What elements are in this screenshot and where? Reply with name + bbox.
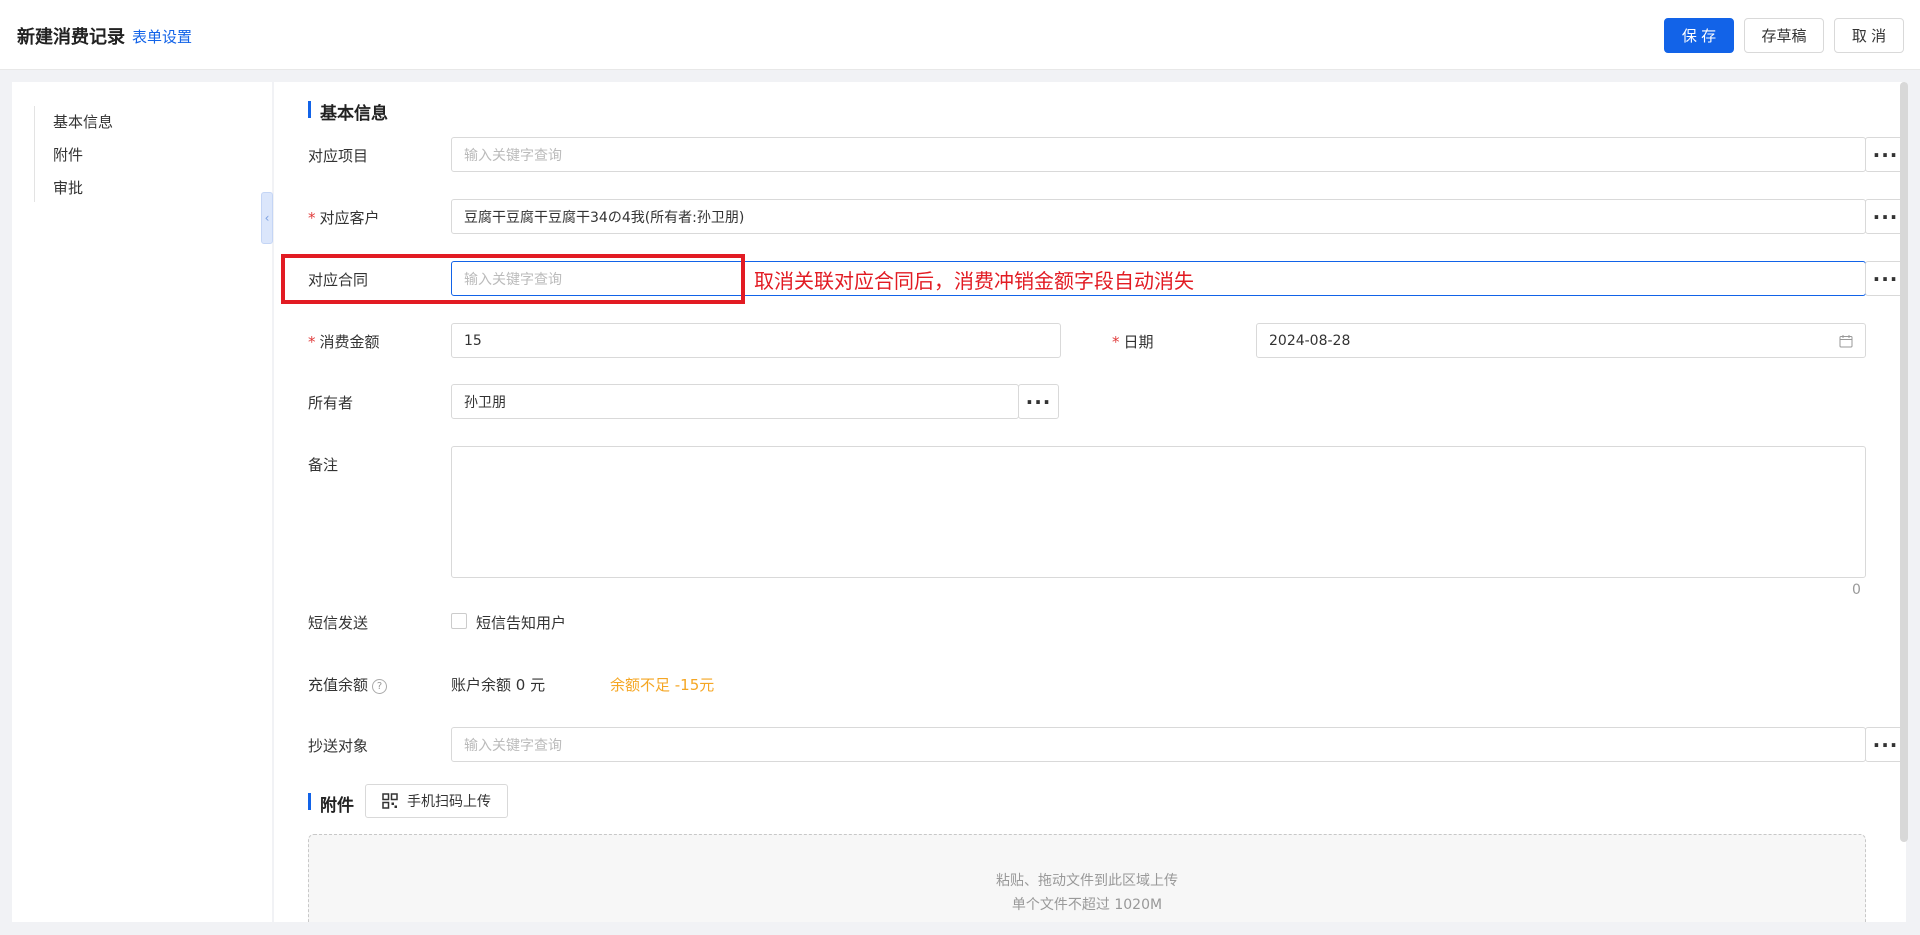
section-nav: 基本信息 附件 审批 (12, 82, 272, 922)
annotation-text: 取消关联对应合同后，消费冲销金额字段自动消失 (754, 269, 1194, 293)
date-label: * 日期 (1112, 331, 1154, 352)
sms-notify-option-label[interactable]: 短信告知用户 (476, 612, 566, 633)
remark-char-count: 0 (1852, 582, 1861, 598)
scan-upload-label: 手机扫码上传 (407, 794, 491, 810)
recharge-label: 充值余额? (308, 674, 388, 695)
owner-input[interactable]: 孙卫朋 (451, 384, 1019, 419)
date-input[interactable]: 2024-08-28 (1256, 323, 1866, 358)
owner-label: 所有者 (308, 394, 354, 412)
more-icon: ··· (1872, 142, 1899, 167)
more-icon: ··· (1872, 732, 1899, 757)
page-title: 新建消费记录 (17, 27, 125, 48)
form-settings-link[interactable]: 表单设置 (132, 26, 192, 47)
qr-code-icon (382, 793, 398, 809)
page-header: 新建消费记录 表单设置 保 存 存草稿 取 消 (0, 0, 1920, 70)
project-input[interactable]: 输入关键字查询 (451, 137, 1866, 172)
project-label: 对应项目 (308, 147, 369, 165)
cc-input[interactable]: 输入关键字查询 (451, 727, 1866, 762)
nav-item-attachments[interactable]: 附件 (53, 144, 83, 165)
more-icon: ··· (1025, 389, 1052, 414)
date-value: 2024-08-28 (1269, 332, 1351, 349)
sms-notify-checkbox[interactable] (451, 613, 467, 629)
cancel-button[interactable]: 取 消 (1834, 18, 1904, 53)
chevron-left-icon: ‹ (264, 211, 270, 225)
section-title-attachments: 附件 (308, 791, 354, 816)
nav-divider (34, 106, 35, 202)
required-mark: * (308, 209, 316, 227)
balance-warning: 余额不足 -15元 (610, 676, 715, 694)
save-draft-button[interactable]: 存草稿 (1744, 18, 1824, 53)
dropzone-hint: 粘贴、拖动文件到此区域上传 (996, 873, 1178, 889)
nav-item-basic-info[interactable]: 基本信息 (53, 111, 113, 132)
required-mark: * (308, 333, 316, 351)
customer-input[interactable]: 豆腐干豆腐干豆腐干34の4我(所有者:孙卫朋) (451, 199, 1866, 234)
sms-label: 短信发送 (308, 614, 369, 632)
file-dropzone[interactable]: 粘贴、拖动文件到此区域上传 单个文件不超过 1020M (308, 834, 1866, 922)
customer-label-text: 对应客户 (319, 209, 380, 227)
remark-textarea[interactable] (451, 446, 1866, 578)
save-button[interactable]: 保 存 (1664, 18, 1734, 53)
collapse-sidebar-handle[interactable]: ‹ (261, 192, 273, 244)
recharge-label-text: 充值余额 (308, 676, 369, 694)
page-scrollbar[interactable] (1900, 82, 1908, 842)
amount-label: * 消费金额 (308, 331, 380, 352)
amount-label-text: 消费金额 (319, 333, 380, 351)
required-mark: * (1112, 333, 1120, 351)
more-icon: ··· (1872, 204, 1899, 229)
contract-label: 对应合同 (308, 271, 369, 289)
date-label-text: 日期 (1123, 333, 1154, 351)
account-balance: 账户余额 0 元 (451, 676, 546, 694)
calendar-icon (1839, 335, 1853, 348)
section-title-basic-info: 基本信息 (308, 99, 388, 124)
help-icon[interactable]: ? (372, 679, 388, 694)
cc-label: 抄送对象 (308, 737, 369, 755)
customer-label: * 对应客户 (308, 207, 380, 228)
nav-item-approval[interactable]: 审批 (53, 177, 83, 198)
more-icon: ··· (1872, 266, 1899, 291)
scan-upload-button[interactable]: 手机扫码上传 (365, 784, 508, 818)
dropzone-size-limit: 单个文件不超过 1020M (1011, 897, 1163, 913)
remark-label: 备注 (308, 456, 339, 474)
owner-picker-button[interactable]: ··· (1018, 384, 1059, 419)
amount-input[interactable]: 15 (451, 323, 1061, 358)
form-panel: 基本信息 对应项目 输入关键字查询 ··· * 对应客户 豆腐干豆腐干豆腐干34の… (274, 82, 1906, 922)
